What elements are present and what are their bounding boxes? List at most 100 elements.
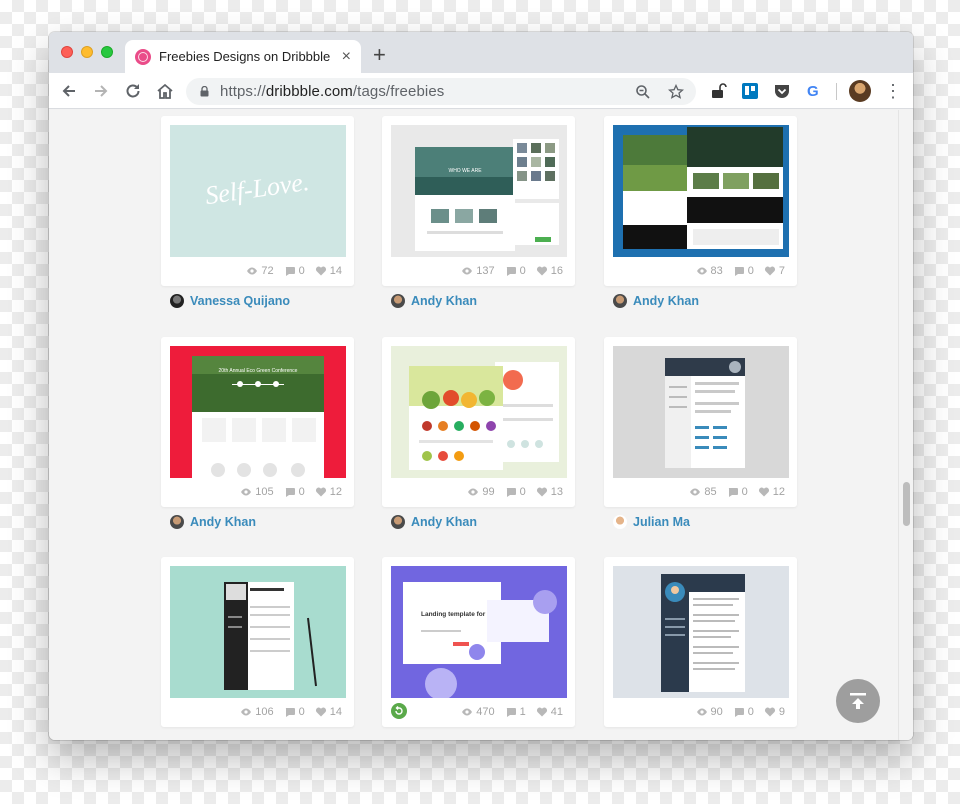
home-button[interactable]	[153, 79, 177, 103]
shot-card[interactable]: 83 0 7	[604, 116, 797, 286]
likes-stat[interactable]: 16	[536, 265, 563, 277]
active-tab[interactable]: Freebies Designs on Dribbble ×	[125, 40, 361, 73]
comment-icon	[734, 267, 744, 276]
author-name[interactable]: Julian Ma	[633, 515, 690, 529]
shot-thumbnail[interactable]	[170, 566, 346, 698]
eye-icon	[462, 267, 473, 275]
shot-card[interactable]: 90 0 9	[604, 557, 797, 727]
window-controls	[61, 46, 113, 58]
shot-author[interactable]: Andy Khan	[613, 294, 699, 308]
author-avatar	[391, 515, 405, 529]
comment-icon	[285, 488, 295, 497]
shot-card[interactable]: WHO WE ARE 137 0 16	[382, 116, 575, 286]
author-name[interactable]: Andy Khan	[411, 294, 477, 308]
likes-stat[interactable]: 41	[536, 706, 563, 718]
shot-thumbnail[interactable]: WHO WE ARE	[391, 125, 567, 257]
shot-thumbnail[interactable]	[391, 346, 567, 478]
scrollbar-thumb[interactable]	[903, 482, 910, 526]
thumb-lettering: Self-Love.	[203, 167, 311, 210]
comment-icon	[285, 708, 295, 717]
shot-card[interactable]: 99 0 13	[382, 337, 575, 507]
shot-author[interactable]: Vanessa Quijano	[170, 294, 290, 308]
shot-thumbnail[interactable]: Self-Love.	[170, 125, 346, 257]
views-count: 83	[710, 265, 723, 277]
shot-author[interactable]: Andy Khan	[391, 294, 477, 308]
shot-card[interactable]: Landing template for startups 470 1 41	[382, 557, 575, 727]
views-count: 72	[261, 265, 274, 277]
views-count: 99	[482, 486, 495, 498]
eye-icon	[241, 488, 252, 496]
dribbble-favicon-icon	[135, 48, 151, 65]
author-name[interactable]: Andy Khan	[633, 294, 699, 308]
eye-icon	[468, 488, 479, 496]
shot-card[interactable]: Self-Love. 72 0 14	[161, 116, 354, 286]
zoom-window-button[interactable]	[101, 46, 113, 58]
shot-stats: 90 0 9	[696, 706, 785, 718]
forward-button[interactable]	[89, 79, 113, 103]
shot-thumbnail[interactable]: 20th Annual Eco Green Conference	[170, 346, 346, 478]
comments-count: 0	[298, 265, 305, 277]
shot-thumbnail[interactable]: Landing template for startups	[391, 566, 567, 698]
likes-count: 9	[778, 706, 785, 718]
likes-stat[interactable]: 9	[764, 706, 785, 718]
lock-icon	[200, 86, 209, 97]
likes-stat[interactable]: 14	[315, 706, 342, 718]
browser-menu-icon[interactable]: ⋮	[884, 80, 902, 102]
pocket-extension-icon[interactable]	[773, 82, 791, 100]
shot-stats: 72 0 14	[246, 265, 342, 277]
shot-card[interactable]: 85 0 12	[604, 337, 797, 507]
views-count: 137	[476, 265, 495, 277]
address-bar[interactable]: https://dribbble.com/tags/freebies	[186, 78, 696, 105]
eye-icon	[247, 267, 258, 275]
bookmark-star-icon[interactable]	[666, 82, 686, 102]
shot-thumbnail[interactable]	[613, 346, 789, 478]
home-icon	[157, 83, 173, 99]
padlock-extension-icon[interactable]	[709, 82, 727, 100]
likes-count: 13	[550, 486, 563, 498]
heart-icon	[536, 707, 547, 717]
likes-stat[interactable]: 13	[536, 486, 563, 498]
google-extension-icon[interactable]: G	[805, 82, 823, 100]
shot-stats: 83 0 7	[696, 265, 785, 277]
author-name[interactable]: Andy Khan	[190, 515, 256, 529]
author-name[interactable]: Vanessa Quijano	[190, 294, 290, 308]
tab-close-button[interactable]: ×	[342, 48, 351, 66]
comments-stat: 1	[505, 706, 526, 718]
minimize-window-button[interactable]	[81, 46, 93, 58]
likes-stat[interactable]: 7	[764, 265, 785, 277]
close-window-button[interactable]	[61, 46, 73, 58]
reload-button[interactable]	[121, 79, 145, 103]
heart-icon	[315, 266, 326, 276]
shot-thumbnail[interactable]	[613, 125, 789, 257]
likes-stat[interactable]: 14	[315, 265, 342, 277]
comment-icon	[506, 708, 516, 717]
shot-author[interactable]: Andy Khan	[170, 515, 256, 529]
comment-icon	[728, 488, 738, 497]
new-tab-button[interactable]: +	[373, 42, 386, 68]
back-to-top-button[interactable]	[836, 679, 880, 723]
zoom-out-icon[interactable]	[633, 82, 653, 102]
likes-count: 14	[329, 265, 342, 277]
trello-extension-icon[interactable]	[741, 82, 759, 100]
views-stat: 72	[246, 265, 274, 277]
shot-card[interactable]: 20th Annual Eco Green Conference 105 0 1…	[161, 337, 354, 507]
shot-stats: 99 0 13	[467, 486, 563, 498]
shot-author[interactable]: Julian Ma	[613, 515, 690, 529]
page-scrollbar[interactable]	[898, 110, 913, 740]
likes-count: 7	[778, 265, 785, 277]
comments-stat: 0	[727, 486, 748, 498]
views-stat: 137	[461, 265, 495, 277]
shot-stats: 106 0 14	[240, 706, 342, 718]
comments-count: 0	[519, 486, 526, 498]
profile-avatar[interactable]	[849, 80, 871, 102]
likes-count: 14	[329, 706, 342, 718]
likes-stat[interactable]: 12	[758, 486, 785, 498]
heart-icon	[536, 266, 547, 276]
author-name[interactable]: Andy Khan	[411, 515, 477, 529]
back-button[interactable]	[57, 79, 81, 103]
shot-author[interactable]: Andy Khan	[391, 515, 477, 529]
likes-stat[interactable]: 12	[315, 486, 342, 498]
page-content: Self-Love. 72 0 14 WHO WE ARE 137 0 16 8…	[49, 110, 913, 740]
shot-thumbnail[interactable]	[613, 566, 789, 698]
shot-card[interactable]: 106 0 14	[161, 557, 354, 727]
